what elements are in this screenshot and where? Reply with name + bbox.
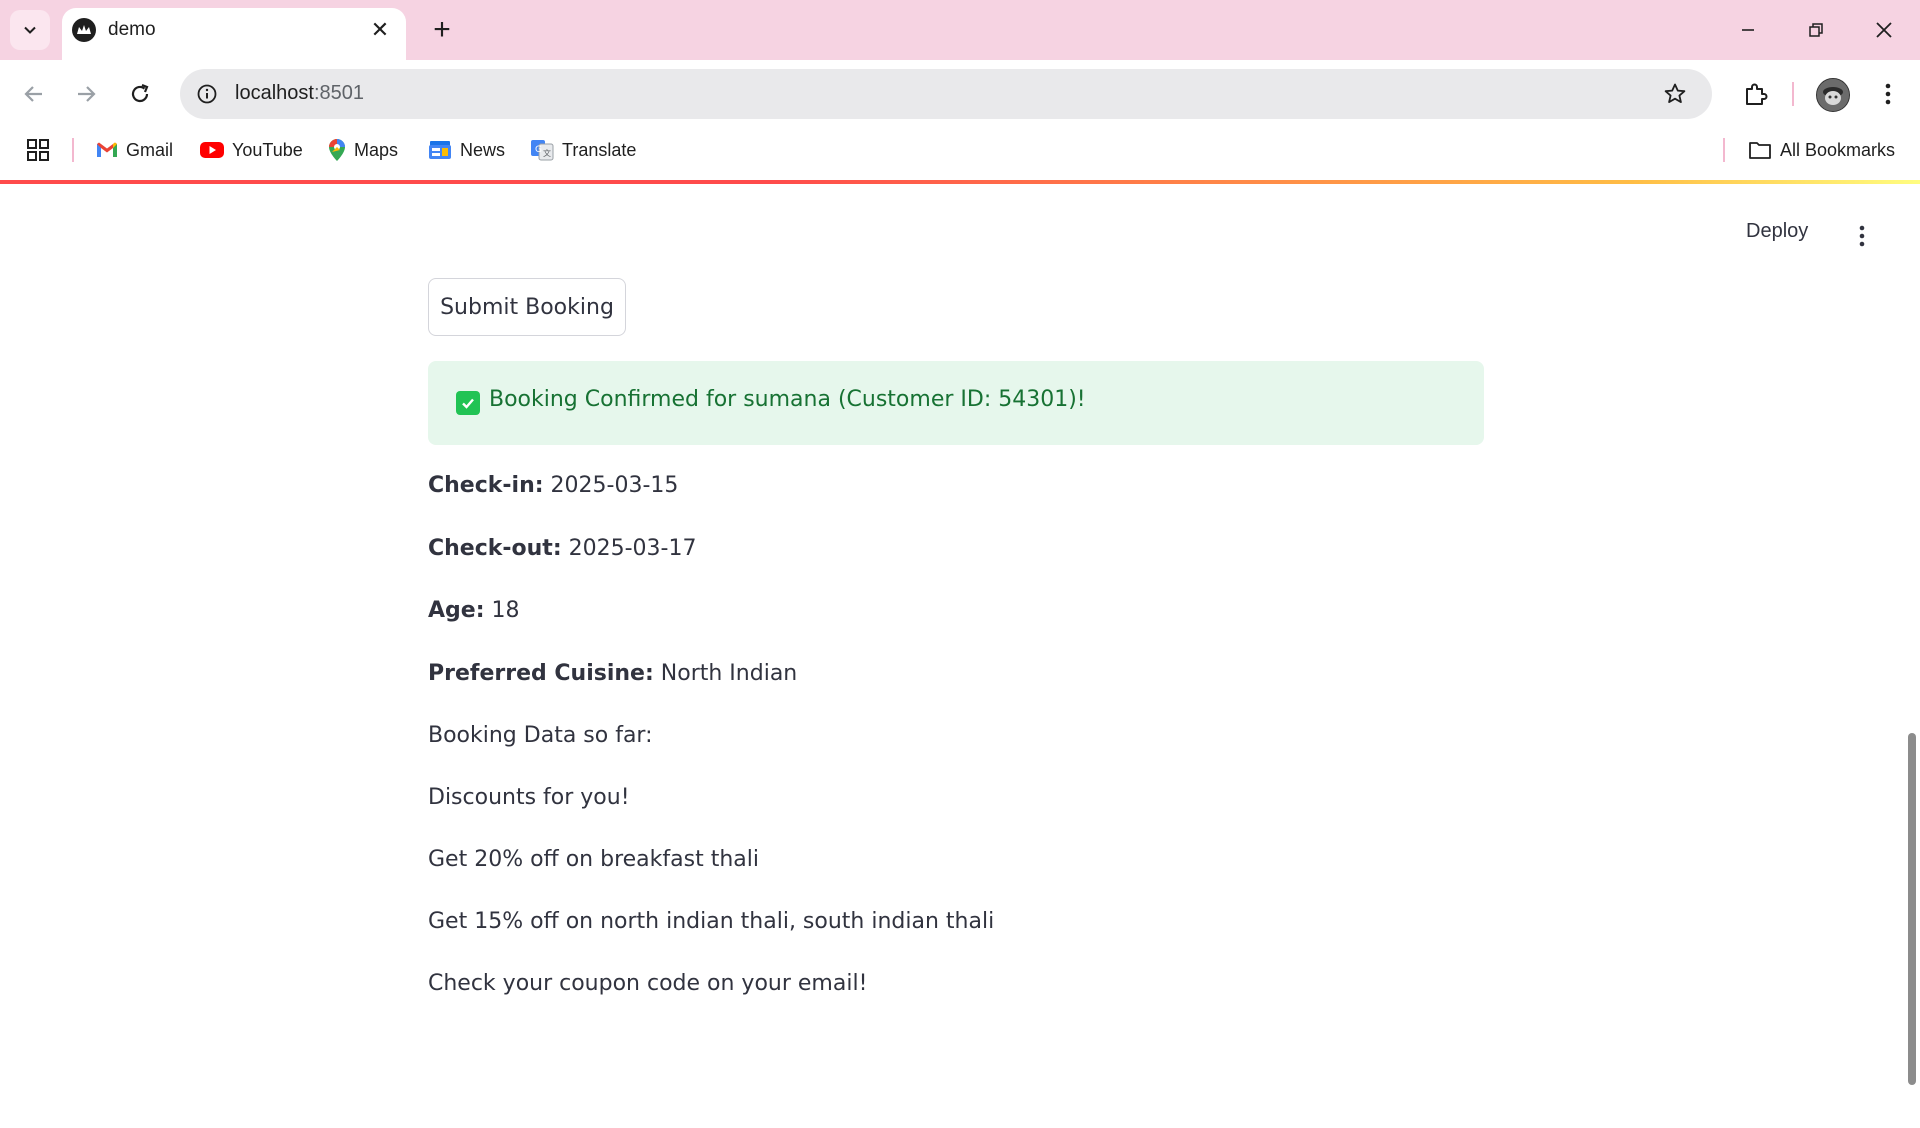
- close-window-button[interactable]: [1856, 8, 1912, 52]
- chevron-down-icon: [24, 26, 36, 34]
- reload-button[interactable]: [120, 74, 160, 114]
- cuisine-line: Preferred Cuisine: North Indian: [428, 661, 797, 686]
- success-alert: Booking Confirmed for sumana (Customer I…: [428, 361, 1484, 445]
- restore-button[interactable]: [1788, 8, 1844, 52]
- bookmark-news[interactable]: News: [428, 134, 505, 166]
- app-header-decoration: [0, 180, 1920, 184]
- minimize-icon: [1742, 29, 1754, 31]
- discounts-heading: Discounts for you!: [428, 785, 630, 810]
- booking-data-heading: Booking Data so far:: [428, 723, 653, 748]
- back-arrow-icon: [24, 86, 42, 102]
- bookmark-label: YouTube: [232, 139, 303, 160]
- detail-value: 2025-03-15: [550, 473, 679, 498]
- bookmark-translate[interactable]: G文 Translate: [530, 134, 636, 166]
- url-host: localhost: [235, 82, 314, 104]
- detail-label: Check-in:: [428, 473, 544, 498]
- new-tab-button[interactable]: +: [424, 12, 460, 48]
- bookmark-label: Maps: [354, 139, 399, 160]
- bookmark-youtube[interactable]: YouTube: [200, 134, 303, 166]
- news-icon: [429, 141, 451, 159]
- browser-menu-icon[interactable]: [1870, 74, 1906, 114]
- youtube-icon: [200, 142, 224, 158]
- age-line: Age: 18: [428, 598, 520, 623]
- bookmarks-divider: [1723, 138, 1725, 162]
- all-bookmarks-label: All Bookmarks: [1780, 139, 1896, 160]
- close-icon: [1876, 22, 1892, 38]
- detail-value: 18: [491, 598, 520, 623]
- tab-title: demo: [108, 19, 156, 40]
- reload-icon: [131, 83, 149, 103]
- svg-text:文: 文: [543, 148, 551, 158]
- detail-label: Age:: [428, 598, 485, 623]
- bookmark-label: News: [460, 139, 506, 160]
- bookmark-maps[interactable]: Maps: [328, 134, 398, 166]
- url-text: localhost:8501: [235, 82, 364, 105]
- bookmark-label: Translate: [562, 139, 637, 160]
- extensions-puzzle-icon[interactable]: [1735, 74, 1775, 114]
- forward-arrow-icon: [78, 86, 96, 102]
- toolbar-divider: [1792, 82, 1794, 106]
- back-button[interactable]: [14, 74, 54, 114]
- checkin-line: Check-in: 2025-03-15: [428, 473, 678, 498]
- discount-item: Get 15% off on north indian thali, south…: [428, 909, 995, 934]
- url-port: :8501: [313, 82, 364, 104]
- coupon-note: Check your coupon code on your email!: [428, 971, 868, 996]
- forward-button[interactable]: [66, 74, 106, 114]
- detail-label: Check-out:: [428, 536, 562, 561]
- active-tab[interactable]: demo ✕: [62, 8, 406, 60]
- bookmarks-divider: [72, 138, 74, 162]
- site-info-icon[interactable]: [194, 81, 220, 107]
- detail-value: North Indian: [660, 661, 798, 686]
- discount-item: Get 20% off on breakfast thali: [428, 847, 759, 872]
- bookmark-label: Gmail: [126, 139, 174, 160]
- scrollbar-thumb[interactable]: [1908, 733, 1916, 1085]
- restore-icon: [1809, 23, 1823, 37]
- svg-text:G: G: [535, 145, 542, 155]
- app-menu-icon[interactable]: [1848, 218, 1876, 254]
- gmail-icon: [97, 142, 117, 157]
- deploy-button[interactable]: Deploy: [1746, 220, 1808, 243]
- check-box-icon: [456, 391, 480, 415]
- apps-grid-icon: [27, 139, 49, 161]
- submit-booking-button[interactable]: Submit Booking: [428, 278, 626, 336]
- maps-icon: [329, 139, 345, 161]
- folder-icon: [1749, 142, 1771, 159]
- detail-label: Preferred Cuisine:: [428, 661, 654, 686]
- streamlit-favicon-icon: [72, 18, 96, 42]
- tab-search-button[interactable]: [10, 10, 50, 50]
- success-message: Booking Confirmed for sumana (Customer I…: [489, 387, 1086, 412]
- minimize-button[interactable]: [1720, 8, 1776, 52]
- bookmark-gmail[interactable]: Gmail: [96, 134, 173, 166]
- profile-avatar[interactable]: [1816, 78, 1850, 112]
- detail-value: 2025-03-17: [568, 536, 697, 561]
- tab-close-icon[interactable]: ✕: [366, 16, 394, 44]
- address-bar[interactable]: localhost:8501: [180, 69, 1712, 119]
- translate-icon: G文: [531, 140, 554, 161]
- all-bookmarks-button[interactable]: All Bookmarks: [1748, 134, 1895, 166]
- bookmark-star-icon[interactable]: [1660, 79, 1690, 109]
- checkout-line: Check-out: 2025-03-17: [428, 536, 696, 561]
- apps-button[interactable]: [26, 134, 58, 166]
